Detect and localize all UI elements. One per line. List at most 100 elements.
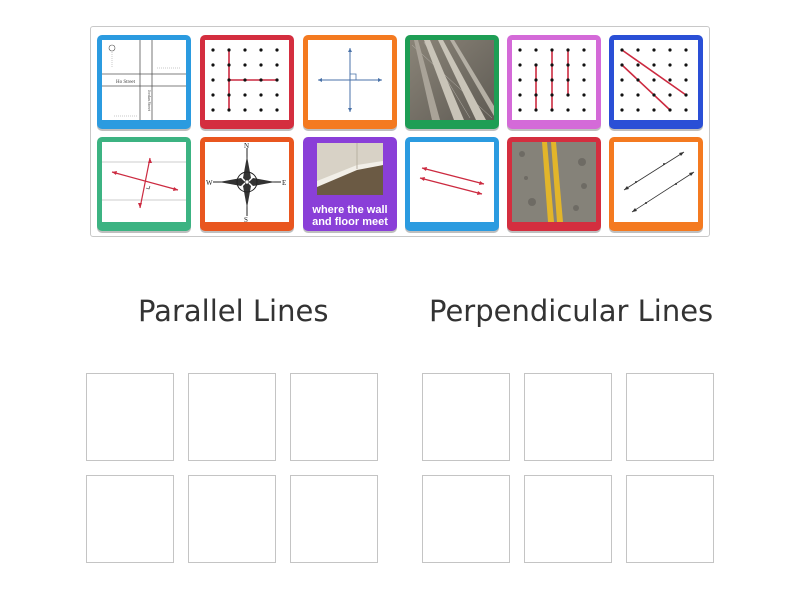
- geoboard-dots-1: [205, 40, 289, 120]
- geoboard-peg: [582, 93, 586, 97]
- card-parallel-arrows[interactable]: [405, 137, 499, 231]
- geoboard-peg: [566, 78, 570, 82]
- geoboard-peg: [259, 48, 263, 52]
- geoboard-peg: [550, 78, 554, 82]
- perpendicular-drop-slot[interactable]: [422, 475, 510, 563]
- parallel-drop-slot[interactable]: [188, 475, 276, 563]
- street-map-label-vertical: Jordan Street: [147, 90, 152, 112]
- geoboard-peg: [620, 48, 624, 52]
- geoboard-peg: [582, 48, 586, 52]
- geoboard-peg: [550, 63, 554, 67]
- geoboard-peg: [684, 93, 688, 97]
- parallel-drop-slot[interactable]: [290, 475, 378, 563]
- road-yellow-lines-photo: [512, 142, 596, 222]
- parallel-arrows-image: [410, 142, 494, 222]
- card-crossing-arrows[interactable]: [97, 137, 191, 231]
- geoboard-peg: [620, 78, 624, 82]
- perpendicular-drop-slot[interactable]: [422, 373, 510, 461]
- card-compass-rose[interactable]: N W E S: [200, 137, 294, 231]
- geoboard-peg: [211, 93, 215, 97]
- geoboard-peg: [243, 78, 247, 82]
- geoboard-peg: [668, 93, 672, 97]
- geoboard-perpendicular-image: [205, 40, 289, 120]
- geoboard-peg: [211, 63, 215, 67]
- labeled-parallel-lines-image: [614, 142, 698, 222]
- geoboard-peg: [211, 48, 215, 52]
- wall-floor-corner-photo: [317, 143, 383, 195]
- geoboard-peg: [582, 78, 586, 82]
- geoboard-peg: [652, 48, 656, 52]
- card-labeled-parallel-lines[interactable]: [609, 137, 703, 231]
- geoboard-peg: [534, 48, 538, 52]
- parallel-drop-slot[interactable]: [86, 373, 174, 461]
- card-railroad-track[interactable]: [405, 35, 499, 129]
- geoboard-peg: [550, 48, 554, 52]
- geoboard-peg: [566, 93, 570, 97]
- parallel-drop-slot[interactable]: [86, 475, 174, 563]
- geoboard-peg: [652, 78, 656, 82]
- group-title-perpendicular: Perpendicular Lines: [429, 294, 714, 328]
- card-perpendicular-axes[interactable]: [303, 35, 397, 129]
- geoboard-peg: [684, 78, 688, 82]
- street-map-image: Ho Street Jordan Street: [102, 40, 186, 120]
- geoboard-peg: [652, 63, 656, 67]
- geoboard-peg: [518, 93, 522, 97]
- geoboard-peg: [684, 108, 688, 112]
- geoboard-dots-2: [512, 40, 596, 120]
- geoboard-peg: [211, 78, 215, 82]
- geoboard-peg: [668, 63, 672, 67]
- geoboard-peg: [582, 63, 586, 67]
- wall-floor-caption: where the wall and floor meet: [312, 204, 388, 228]
- geoboard-peg: [227, 108, 231, 112]
- geoboard-peg: [652, 93, 656, 97]
- geoboard-peg: [243, 48, 247, 52]
- geoboard-peg: [243, 93, 247, 97]
- geoboard-peg: [518, 108, 522, 112]
- geoboard-peg: [652, 108, 656, 112]
- geoboard-vertical-parallel-image: [512, 40, 596, 120]
- geoboard-peg: [275, 63, 279, 67]
- compass-e-label: E: [282, 179, 286, 187]
- card-street-map[interactable]: Ho Street Jordan Street: [97, 35, 191, 129]
- geoboard-peg: [582, 108, 586, 112]
- geoboard-peg: [227, 78, 231, 82]
- card-geoboard-perpendicular[interactable]: [200, 35, 294, 129]
- geoboard-peg: [684, 48, 688, 52]
- geoboard-peg: [227, 48, 231, 52]
- geoboard-peg: [518, 48, 522, 52]
- geoboard-peg: [636, 63, 640, 67]
- geoboard-peg: [566, 108, 570, 112]
- geoboard-peg: [259, 93, 263, 97]
- geoboard-peg: [620, 108, 624, 112]
- geoboard-peg: [566, 63, 570, 67]
- geoboard-peg: [636, 78, 640, 82]
- geoboard-peg: [566, 48, 570, 52]
- compass-w-label: W: [206, 179, 213, 187]
- geoboard-peg: [227, 93, 231, 97]
- geoboard-peg: [259, 108, 263, 112]
- geoboard-diagonal-parallel-image: [614, 40, 698, 120]
- geoboard-peg: [684, 63, 688, 67]
- card-wall-floor-corner[interactable]: where the wall and floor meet: [303, 137, 397, 231]
- street-map-label-horizontal: Ho Street: [116, 80, 136, 85]
- perpendicular-drop-slot[interactable]: [626, 373, 714, 461]
- geoboard-peg: [243, 108, 247, 112]
- geoboard-peg: [636, 108, 640, 112]
- railroad-track-photo: [410, 40, 494, 120]
- parallel-drop-slot[interactable]: [290, 373, 378, 461]
- geoboard-peg: [534, 78, 538, 82]
- geoboard-peg: [534, 93, 538, 97]
- card-geoboard-diagonal-parallel[interactable]: [609, 35, 703, 129]
- card-tray: Ho Street Jordan Street N W E S where th…: [90, 26, 710, 237]
- geoboard-peg: [668, 108, 672, 112]
- card-geoboard-vertical-parallel[interactable]: [507, 35, 601, 129]
- perpendicular-drop-slot[interactable]: [626, 475, 714, 563]
- geoboard-peg: [211, 108, 215, 112]
- geoboard-peg: [275, 93, 279, 97]
- card-road-yellow-lines[interactable]: [507, 137, 601, 231]
- compass-s-label: S: [244, 216, 248, 222]
- compass-n-label: N: [244, 142, 249, 150]
- parallel-drop-slot[interactable]: [188, 373, 276, 461]
- perpendicular-drop-slot[interactable]: [524, 373, 612, 461]
- perpendicular-drop-slot[interactable]: [524, 475, 612, 563]
